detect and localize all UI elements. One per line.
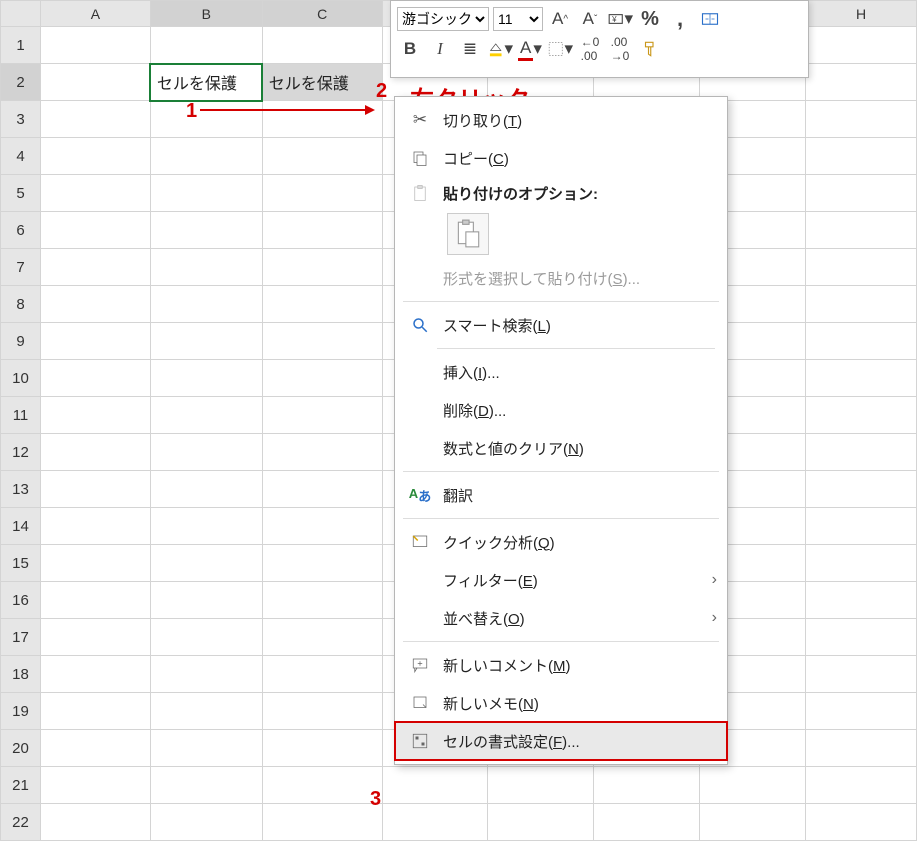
col-header-B[interactable]: B: [150, 1, 262, 27]
annotation-arrow: [200, 104, 375, 116]
annotation-1: 1: [186, 100, 197, 123]
mini-toolbar: 游ゴシック 11 A^ Aˇ ¥▾ % , B I ≣ ▾ A▾ ▾ ←0.00…: [390, 0, 809, 78]
chevron-right-icon: ›: [712, 571, 717, 589]
row-header[interactable]: 8: [1, 286, 41, 323]
fill-color-icon[interactable]: ▾: [487, 36, 513, 62]
decrease-font-icon[interactable]: Aˇ: [577, 6, 603, 32]
paste-option-default[interactable]: [447, 213, 489, 255]
copy-icon: [409, 149, 431, 167]
row-header[interactable]: 15: [1, 545, 41, 582]
note-icon: [409, 694, 431, 712]
row-header[interactable]: 3: [1, 101, 41, 138]
accounting-format-icon[interactable]: ¥▾: [607, 6, 633, 32]
format-cells-icon: [409, 732, 431, 750]
col-header-A[interactable]: A: [40, 1, 150, 27]
row-header[interactable]: 5: [1, 175, 41, 212]
format-painter-icon[interactable]: [637, 36, 663, 62]
row-header[interactable]: 17: [1, 619, 41, 656]
merge-center-icon[interactable]: [697, 6, 723, 32]
quick-analysis-icon: [409, 533, 431, 551]
row-header[interactable]: 18: [1, 656, 41, 693]
row-header[interactable]: 7: [1, 249, 41, 286]
worksheet-area: A B C H 1 2 セルを保護 セルを保護 3 4 5 6 7 8 9 10…: [0, 0, 917, 844]
clipboard-icon: [409, 184, 431, 202]
row-header[interactable]: 6: [1, 212, 41, 249]
borders-icon[interactable]: ▾: [547, 36, 573, 62]
menu-clear-contents[interactable]: 数式と値のクリア(N): [395, 429, 727, 467]
font-name-select[interactable]: 游ゴシック: [397, 7, 489, 31]
menu-cut[interactable]: ✂ 切り取り(T): [395, 101, 727, 139]
row-header[interactable]: 2: [1, 64, 41, 101]
bold-button[interactable]: B: [397, 36, 423, 62]
row-header[interactable]: 12: [1, 434, 41, 471]
menu-filter[interactable]: フィルター(E) ›: [395, 561, 727, 599]
annotation-2: 2: [376, 80, 387, 103]
align-icon[interactable]: ≣: [457, 36, 483, 62]
search-icon: [409, 316, 431, 334]
menu-translate[interactable]: Aあ 翻訳: [395, 476, 727, 514]
font-color-icon[interactable]: A▾: [517, 36, 543, 62]
cell-C2[interactable]: セルを保護: [262, 64, 382, 101]
cell-B2[interactable]: セルを保護: [150, 64, 262, 101]
row-header[interactable]: 13: [1, 471, 41, 508]
menu-sort[interactable]: 並べ替え(O) ›: [395, 599, 727, 637]
comment-icon: [409, 656, 431, 674]
context-menu: ✂ 切り取り(T) コピー(C) 貼り付けのオプション: 形式を選択して貼り付け…: [394, 96, 728, 765]
font-size-select[interactable]: 11: [493, 7, 543, 31]
annotation-3: 3: [370, 788, 381, 811]
chevron-right-icon: ›: [712, 609, 717, 627]
menu-paste-special: 形式を選択して貼り付け(S)...: [395, 259, 727, 297]
menu-quick-analysis[interactable]: クイック分析(Q): [395, 523, 727, 561]
decrease-decimal-icon[interactable]: .00→0: [607, 36, 633, 62]
scissors-icon: ✂: [409, 110, 431, 130]
increase-font-icon[interactable]: A^: [547, 6, 573, 32]
percent-icon[interactable]: %: [637, 6, 663, 32]
select-all-corner[interactable]: [1, 1, 41, 27]
menu-new-comment[interactable]: 新しいコメント(M): [395, 646, 727, 684]
comma-icon[interactable]: ,: [667, 6, 693, 32]
increase-decimal-icon[interactable]: ←0.00: [577, 36, 603, 62]
menu-insert[interactable]: 挿入(I)...: [395, 353, 727, 391]
col-header-C[interactable]: C: [262, 1, 382, 27]
row-header[interactable]: 22: [1, 804, 41, 841]
menu-copy[interactable]: コピー(C): [395, 139, 727, 177]
menu-format-cells[interactable]: セルの書式設定(F)...: [395, 722, 727, 760]
row-header[interactable]: 16: [1, 582, 41, 619]
italic-button[interactable]: I: [427, 36, 453, 62]
menu-smart-lookup[interactable]: スマート検索(L): [395, 306, 727, 344]
row-header[interactable]: 19: [1, 693, 41, 730]
row-header[interactable]: 14: [1, 508, 41, 545]
row-header[interactable]: 20: [1, 730, 41, 767]
row-header[interactable]: 1: [1, 27, 41, 64]
menu-paste-options-label: 貼り付けのオプション:: [395, 177, 727, 209]
row-header[interactable]: 11: [1, 397, 41, 434]
row-header[interactable]: 10: [1, 360, 41, 397]
svg-text:¥: ¥: [612, 15, 617, 24]
translate-icon: Aあ: [409, 486, 431, 505]
menu-delete[interactable]: 削除(D)...: [395, 391, 727, 429]
row-header[interactable]: 9: [1, 323, 41, 360]
row-header[interactable]: 4: [1, 138, 41, 175]
row-header[interactable]: 21: [1, 767, 41, 804]
menu-new-note[interactable]: 新しいメモ(N): [395, 684, 727, 722]
col-header-H[interactable]: H: [806, 1, 917, 27]
